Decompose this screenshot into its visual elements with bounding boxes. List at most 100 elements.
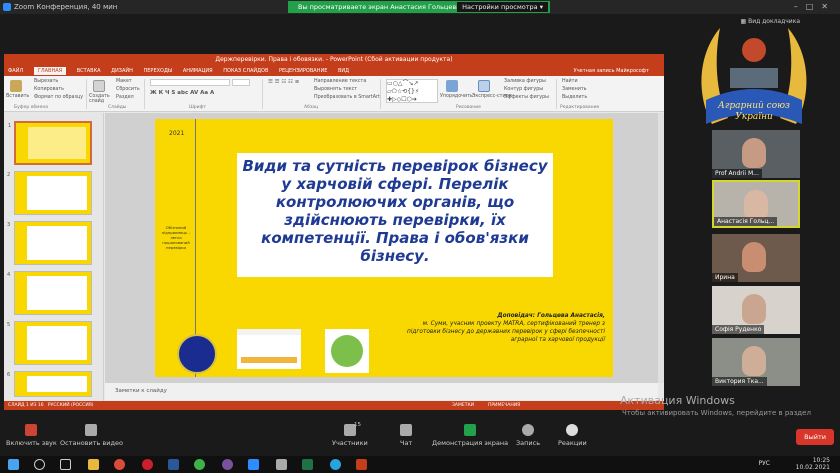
arrange-icon[interactable] [446,80,458,92]
powerpoint-window: Держперевірки. Права і обовязки. - Power… [4,54,664,410]
participants-count: 15 [354,422,361,428]
participant-tile[interactable]: Анастасія Гольц... [712,180,800,228]
chrome-icon[interactable] [114,459,125,470]
quick-styles-icon[interactable] [478,80,490,92]
slide-thumbnail[interactable]: 3 [7,221,92,265]
tab-home[interactable]: ГЛАВНАЯ [33,67,67,75]
participant-tile[interactable]: Софія Руденко [712,286,800,334]
participant-name: Ирина [712,273,738,282]
layout-button[interactable]: Макет [116,79,132,84]
slide-thumbnail[interactable]: 5 [7,321,92,365]
netherlands-logo [237,329,301,369]
new-slide-icon[interactable] [93,80,105,92]
view-options-button[interactable]: Настройки просмотра ▾ [457,2,548,12]
select-button[interactable]: Выделить [562,95,587,100]
windows-activation-title: Активация Windows [620,394,735,407]
slide-scrollbar[interactable] [658,113,664,383]
cut-button[interactable]: Вырезать [34,79,58,84]
account-label[interactable]: Учетная запись Майкрософт [574,66,649,76]
tab-review[interactable]: РЕЦЕНЗИРОВАНИЕ [279,68,327,74]
participant-video [744,190,768,220]
paragraph-buttons[interactable]: ☰ ☰ ☷ ☷ ≡ [268,79,299,85]
share-screen-button[interactable]: Демонстрация экрана [432,424,508,447]
shape-outline-button[interactable]: Контур фигуры [504,87,543,92]
word-icon[interactable] [168,459,179,470]
app-icon[interactable] [276,459,287,470]
powerpoint-icon[interactable] [356,459,367,470]
opera-icon[interactable] [142,459,153,470]
windows-taskbar: РУС 10:25 10.02.2021 [0,456,840,473]
window-controls[interactable]: –□✕ [794,0,836,14]
wechat-icon[interactable] [194,459,205,470]
font-size-box[interactable] [232,79,250,86]
emblem-line1: Аграрний союз [717,101,790,111]
notes-pane[interactable]: Заметки к слайду [105,383,658,400]
slides-group-label: Слайды [108,105,127,110]
emblem-logo [177,334,217,374]
keyboard-language[interactable]: РУС [759,460,770,467]
slide-thumbnail[interactable]: 4 [7,271,92,315]
participant-tile[interactable]: Ирина [712,234,800,282]
share-banner-text: Вы просматриваете экран Анастасия Гольце… [298,3,461,11]
slide-thumbnail[interactable]: 2 [7,171,92,215]
font-name-box[interactable] [150,79,230,86]
align-text-button[interactable]: Выровнять текст [314,87,357,92]
format-painter-button[interactable]: Формат по образцу [34,95,83,100]
arrange-button[interactable]: Упорядочить [440,94,473,99]
record-button[interactable]: Запись [516,424,540,447]
current-slide[interactable]: 2021 Обізнаний підприємець – легко пошан… [155,119,613,377]
create-slide-button[interactable]: Создать слайд [89,94,113,104]
shape-effects-button[interactable]: Эффекты фигуры [504,95,549,100]
taskbar-clock[interactable]: 10:25 10.02.2021 [796,457,830,471]
slide-title-box[interactable]: Види та сутність перевірок бізнесу у хар… [237,153,553,277]
font-format-buttons[interactable]: Ж К Ч S abc AV Aa A [150,90,214,96]
participant-tile[interactable]: Prof Andrii M... [712,130,800,178]
section-button[interactable]: Раздел [116,95,134,100]
shapes-gallery[interactable]: ▭○△⌒↘↗ ▱⬠☆⟲{}⚡ ✚▷◇☐⬡➔ [386,79,438,103]
smartart-button[interactable]: Преобразовать в SmartArt [314,95,380,100]
shape-fill-button[interactable]: Заливка фигуры [504,79,546,84]
participant-tile[interactable]: Виктория Тка... [712,338,800,386]
viber-icon[interactable] [222,459,233,470]
comments-toggle[interactable]: ПРИМЕЧАНИЯ [488,401,520,410]
notes-toggle[interactable]: ЗАМЕТКИ [452,401,474,410]
paragraph-group-label: Абзац [304,105,319,110]
tab-file[interactable]: ФАЙЛ [4,68,23,74]
participant-video [742,294,766,324]
slide-thumbnail[interactable]: 6 [7,371,92,397]
participants-button[interactable]: Участники 15 [332,422,368,447]
telegram-icon[interactable] [330,459,341,470]
paste-button[interactable]: Вставить [6,94,29,99]
record-icon [522,424,535,436]
tab-view[interactable]: ВИД [338,68,349,74]
task-view-icon[interactable] [60,459,71,470]
paste-icon[interactable] [10,80,22,92]
windows-start-icon[interactable] [8,459,19,470]
search-icon[interactable] [34,459,45,470]
tab-slideshow[interactable]: ПОКАЗ СЛАЙДОВ [223,68,268,74]
tab-insert[interactable]: ВСТАВКА [77,68,101,74]
tab-animation[interactable]: АНИМАЦИЯ [183,68,213,74]
slide-thumbnail[interactable]: 1 [8,121,92,165]
text-direction-button[interactable]: Направление текста [314,79,366,84]
meeting-controls: Включить звук Остановить видео Участники… [0,418,840,456]
reactions-button[interactable]: Реакции [558,424,587,447]
excel-icon[interactable] [302,459,313,470]
zoom-taskbar-icon[interactable] [248,459,259,470]
find-button[interactable]: Найти [562,79,578,84]
stop-video-button[interactable]: Остановить видео [60,424,123,447]
leave-button[interactable]: Выйти [796,429,834,445]
tab-transitions[interactable]: ПЕРЕХОДЫ [144,68,173,74]
participant-video [742,346,766,376]
tab-design[interactable]: ДИЗАЙН [111,68,133,74]
emblem-line2: України [735,112,773,122]
drawing-group-label: Рисование [456,105,481,110]
replace-button[interactable]: Заменить [562,87,586,92]
chat-button[interactable]: Чат [400,424,412,447]
unmute-button[interactable]: Включить звук [6,424,57,447]
reset-button[interactable]: Сбросить [116,87,140,92]
file-explorer-icon[interactable] [88,459,99,470]
microphone-muted-icon [25,424,38,436]
participant-name: Софія Руденко [712,325,765,334]
copy-button[interactable]: Копировать [34,87,64,92]
